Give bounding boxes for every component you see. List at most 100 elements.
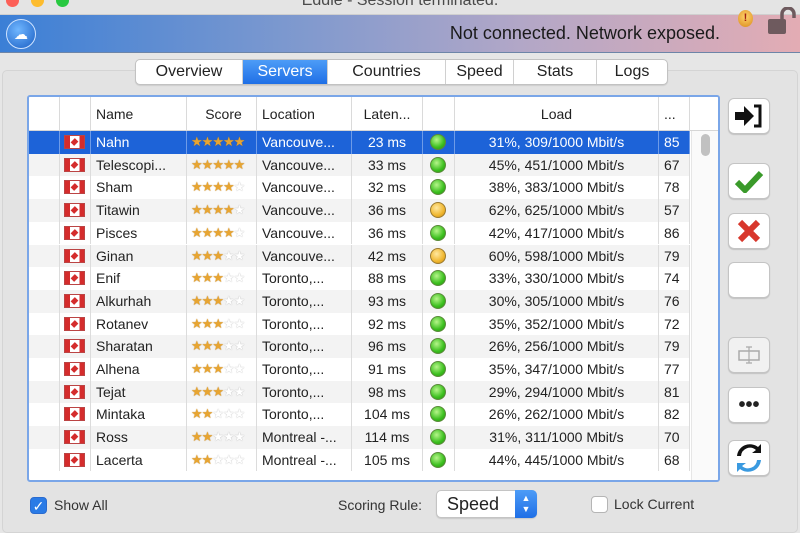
server-name: Ginan (91, 244, 187, 268)
clear-button[interactable] (728, 262, 770, 298)
server-name: Lacerta (91, 448, 187, 472)
status-green-icon (430, 451, 446, 468)
table-row[interactable]: Sham ★★★★★ Vancouve... 32 ms 38%, 383/10… (29, 176, 690, 200)
status-green-icon (430, 315, 446, 332)
show-all-checkbox[interactable]: ✓ (30, 497, 47, 514)
flag-cell (60, 358, 91, 381)
cloud-icon[interactable]: ☁ (6, 19, 36, 49)
tab-bar: Overview Servers Countries Speed Stats L… (135, 59, 668, 85)
table-row[interactable]: Alhena ★★★★★ Toronto,... 91 ms 35%, 347/… (29, 358, 690, 381)
lock-current-checkbox[interactable] (591, 496, 608, 513)
column-header-status[interactable] (423, 97, 455, 131)
server-users: 74 (659, 267, 690, 290)
tab-servers[interactable]: Servers (243, 60, 328, 84)
scoring-rule-select[interactable]: Speed ▲ ▼ (436, 490, 537, 518)
table-row[interactable]: Enif ★★★★★ Toronto,... 88 ms 33%, 330/10… (29, 267, 690, 290)
column-header-location[interactable]: Location (257, 97, 352, 131)
column-header-load[interactable]: Load (455, 97, 659, 131)
table-row[interactable]: Ginan ★★★★★ Vancouve... 42 ms 60%, 598/1… (29, 244, 690, 268)
warning-icon: ! (738, 10, 753, 27)
table-scrollbar[interactable] (691, 131, 718, 480)
server-latency: 114 ms (352, 426, 423, 449)
score-stars: ★★★★★ (187, 426, 257, 449)
table-row[interactable]: Mintaka ★★★★★ Toronto,... 104 ms 26%, 26… (29, 403, 690, 427)
tab-countries[interactable]: Countries (328, 60, 446, 84)
status-green-icon (430, 134, 446, 150)
server-location: Toronto,... (257, 312, 352, 336)
status-cell (423, 448, 455, 472)
allow-server-button[interactable] (728, 163, 770, 199)
refresh-button[interactable] (728, 440, 770, 476)
tab-speed[interactable]: Speed (446, 60, 514, 84)
server-load: 35%, 352/1000 Mbit/s (455, 312, 659, 336)
server-load: 35%, 347/1000 Mbit/s (455, 358, 659, 381)
table-row[interactable]: Alkurhah ★★★★★ Toronto,... 93 ms 30%, 30… (29, 289, 690, 313)
tab-overview[interactable]: Overview (136, 60, 243, 84)
table-header: Name Score Location Laten... Load ... (29, 97, 718, 131)
score-stars: ★★★★★ (187, 448, 257, 472)
column-header-latency[interactable]: Laten... (352, 97, 423, 131)
server-location: Montreal -... (257, 426, 352, 449)
flag-cell (60, 199, 91, 222)
table-row[interactable]: Telescopi... ★★★★★ Vancouve... 33 ms 45%… (29, 153, 690, 177)
server-users: 85 (659, 131, 690, 154)
status-banner: ☁ Not connected. Network exposed. (0, 15, 800, 53)
table-row[interactable]: Ross ★★★★★ Montreal -... 114 ms 31%, 311… (29, 426, 690, 449)
table-row[interactable]: Titawin ★★★★★ Vancouve... 36 ms 62%, 625… (29, 199, 690, 222)
deny-server-button[interactable] (728, 213, 770, 249)
more-button[interactable]: ••• (728, 387, 770, 423)
server-users: 68 (659, 448, 690, 472)
status-cell (423, 176, 455, 200)
status-cell (423, 131, 455, 154)
server-latency: 92 ms (352, 312, 423, 336)
table-row[interactable]: Lacerta ★★★★★ Montreal -... 105 ms 44%, … (29, 448, 690, 472)
select-cell (29, 426, 60, 449)
status-green-icon (430, 224, 446, 241)
table-row[interactable]: Nahn ★★★★★ Vancouve... 23 ms 31%, 309/10… (29, 131, 690, 154)
server-name: Sharatan (91, 335, 187, 358)
status-cell (423, 289, 455, 313)
canada-flag-icon (64, 452, 85, 467)
server-name: Sham (91, 176, 187, 200)
status-cell (423, 426, 455, 449)
table-row[interactable]: Sharatan ★★★★★ Toronto,... 96 ms 26%, 25… (29, 335, 690, 358)
refresh-icon (737, 444, 761, 472)
tab-stats[interactable]: Stats (514, 60, 597, 84)
server-location: Vancouve... (257, 176, 352, 200)
unlocked-padlock-icon[interactable] (766, 7, 800, 35)
server-location: Toronto,... (257, 358, 352, 381)
status-cell (423, 380, 455, 404)
server-name: Nahn (91, 131, 187, 154)
table-row[interactable]: Pisces ★★★★★ Vancouve... 36 ms 42%, 417/… (29, 221, 690, 245)
column-header-score[interactable]: Score (187, 97, 257, 131)
scrollbar-thumb[interactable] (701, 134, 710, 156)
server-latency: 96 ms (352, 335, 423, 358)
status-yellow-icon (430, 247, 446, 264)
flag-cell (60, 176, 91, 200)
table-row[interactable]: Rotanev ★★★★★ Toronto,... 92 ms 35%, 352… (29, 312, 690, 336)
canada-flag-icon (64, 271, 85, 286)
score-stars: ★★★★★ (187, 403, 257, 427)
server-users: 82 (659, 403, 690, 427)
server-latency: 33 ms (352, 153, 423, 177)
column-header-select[interactable] (29, 97, 60, 131)
column-header-users[interactable]: ... (659, 97, 690, 131)
status-green-icon (430, 361, 446, 377)
column-header-flag[interactable] (60, 97, 91, 131)
server-load: 31%, 309/1000 Mbit/s (455, 131, 659, 154)
connect-button[interactable] (728, 98, 770, 134)
status-green-icon (430, 270, 446, 287)
server-users: 67 (659, 153, 690, 177)
tab-logs[interactable]: Logs (597, 60, 667, 84)
server-latency: 36 ms (352, 221, 423, 245)
rename-button[interactable] (728, 337, 770, 373)
flag-cell (60, 448, 91, 472)
status-green-icon (430, 156, 446, 173)
status-cell (423, 312, 455, 336)
select-cell (29, 335, 60, 358)
table-row[interactable]: Tejat ★★★★★ Toronto,... 98 ms 29%, 294/1… (29, 380, 690, 404)
server-name: Pisces (91, 221, 187, 245)
select-cell (29, 199, 60, 222)
column-header-name[interactable]: Name (91, 97, 187, 131)
server-users: 79 (659, 244, 690, 268)
